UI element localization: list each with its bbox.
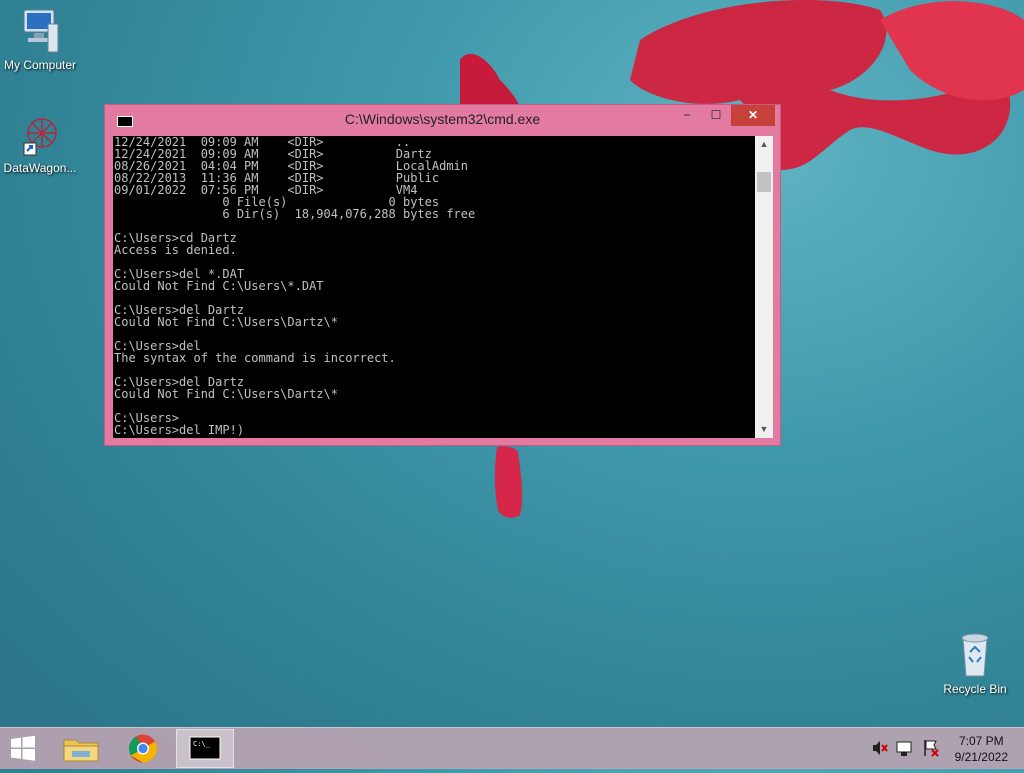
network-icon[interactable] (894, 728, 916, 769)
desktop-icon-my-computer[interactable]: My Computer (0, 8, 80, 72)
cmd-window[interactable]: C:\Windows\system32\cmd.exe − ☐ ✕ 12/24/… (104, 104, 781, 446)
vertical-scrollbar[interactable]: ▲ ▼ (755, 136, 773, 438)
scroll-thumb[interactable] (757, 172, 771, 192)
scroll-up-arrow-icon[interactable]: ▲ (755, 136, 773, 153)
windows-start-icon (11, 735, 35, 761)
app-shortcut-icon (23, 118, 57, 156)
desktop-icon-datawagon[interactable]: DataWagon... (0, 113, 80, 175)
start-button[interactable] (0, 729, 46, 768)
console-output[interactable]: 12/24/2021 09:09 AM <DIR> .. 12/24/2021 … (113, 136, 755, 438)
taskbar-chrome[interactable] (114, 729, 172, 768)
speaker-muted-icon[interactable] (868, 728, 890, 769)
cmd-icon: C:\_ (189, 736, 221, 760)
chrome-icon (129, 734, 157, 763)
desktop-icon-label: My Computer (3, 58, 77, 72)
clock-date: 9/21/2022 (954, 750, 1008, 764)
console-text: 12/24/2021 09:09 AM <DIR> .. 12/24/2021 … (113, 136, 475, 436)
svg-text:C:\_: C:\_ (193, 740, 211, 748)
scroll-down-arrow-icon[interactable]: ▼ (755, 421, 773, 438)
clock-time: 7:07 PM (958, 734, 1004, 748)
desktop-icon-recycle-bin[interactable]: Recycle Bin (935, 630, 1015, 696)
computer-icon (23, 9, 59, 53)
maximize-button[interactable]: ☐ (702, 105, 730, 126)
console-line: Could Not Find C:\Users\Dartz\* (114, 387, 338, 401)
taskbar: C:\_ 7:07 PM 9/21/2022 (0, 727, 1024, 769)
console-line: C:\Users>del IMP!) (114, 423, 245, 437)
console-line: Could Not Find C:\Users\Dartz\* (114, 315, 338, 329)
minimize-button[interactable]: − (673, 105, 701, 126)
desktop-icon-label: DataWagon... (3, 161, 77, 175)
desktop-icon-label: Recycle Bin (943, 682, 1007, 696)
taskbar-clock[interactable]: 7:07 PM 9/21/2022 (955, 733, 1008, 765)
recycle-bin-icon (961, 633, 989, 677)
taskbar-cmd[interactable]: C:\_ (176, 729, 234, 768)
console-line: 6 Dir(s) 18,904,076,288 bytes free (114, 207, 476, 221)
action-center-icon[interactable] (920, 728, 942, 769)
close-button[interactable]: ✕ (731, 105, 775, 126)
folder-icon (63, 739, 99, 762)
console-line: The syntax of the command is incorrect. (114, 351, 396, 365)
console-line: Access is denied. (114, 243, 237, 257)
console-line: Could Not Find C:\Users\*.DAT (114, 279, 324, 293)
window-titlebar[interactable]: C:\Windows\system32\cmd.exe − ☐ ✕ (105, 105, 780, 135)
taskbar-file-explorer[interactable] (52, 729, 110, 768)
